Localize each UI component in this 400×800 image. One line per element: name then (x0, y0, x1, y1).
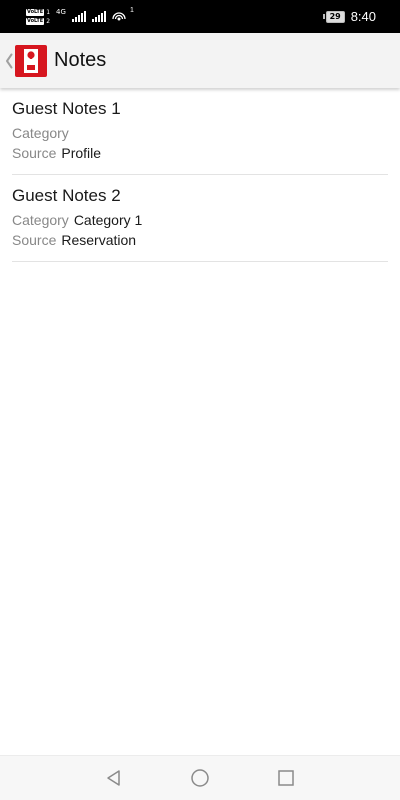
signal-strength-2-icon (91, 11, 106, 22)
clock: 8:40 (350, 9, 376, 24)
note-category-row: Category Category 1 (12, 210, 388, 230)
nav-recents-button[interactable] (243, 756, 329, 800)
app-bar: Notes (0, 33, 400, 88)
square-recents-icon (278, 770, 294, 786)
sim-2-label: 2 (46, 17, 51, 25)
hotspot-count: 1 (129, 7, 134, 14)
nav-back-button[interactable] (71, 756, 157, 800)
battery-icon: 29 (322, 10, 345, 23)
note-category-label: Category (12, 125, 69, 141)
list-item[interactable]: Guest Notes 2 Category Category 1 Source… (12, 175, 388, 262)
note-source-value: Profile (61, 145, 102, 161)
system-nav-bar (0, 755, 400, 800)
nav-home-button[interactable] (157, 756, 243, 800)
page-title: Notes (54, 49, 107, 71)
status-bar: VoLTE 1 VoLTE 2 4G 1 29 8:40 (0, 0, 400, 33)
note-category-label: Category (12, 212, 69, 228)
note-source-label: Source (12, 145, 57, 161)
sim-1-label: 1 (46, 8, 51, 16)
signal-strength-icon (71, 11, 86, 22)
app-logo[interactable] (15, 44, 47, 77)
volte-badge-2: VoLTE (26, 17, 45, 25)
notes-list: Guest Notes 1 Category Source Profile Gu… (12, 88, 388, 262)
battery-level: 29 (325, 10, 345, 23)
note-source-row: Source Profile (12, 143, 388, 163)
circle-home-icon (191, 769, 209, 787)
volte-indicators: VoLTE 1 VoLTE 2 (26, 8, 51, 25)
note-title: Guest Notes 1 (12, 99, 121, 118)
triangle-back-icon (107, 770, 120, 786)
note-title: Guest Notes 2 (12, 186, 121, 205)
hotspot-icon (112, 11, 126, 23)
list-item[interactable]: Guest Notes 1 Category Source Profile (12, 88, 388, 175)
status-left-group: VoLTE 1 VoLTE 2 4G 1 (26, 7, 134, 25)
note-source-row: Source Reservation (12, 230, 388, 250)
chevron-left-icon (6, 53, 13, 68)
note-source-value: Reservation (61, 232, 137, 248)
status-right-group: 29 8:40 (322, 9, 376, 24)
note-category-row: Category (12, 123, 388, 143)
network-type-label: 4G (56, 8, 66, 16)
note-category-value: Category 1 (73, 212, 143, 228)
door-hanger-icon (24, 48, 38, 73)
volte-badge-1: VoLTE (26, 8, 45, 16)
note-source-label: Source (12, 232, 57, 248)
back-button[interactable] (3, 33, 15, 88)
